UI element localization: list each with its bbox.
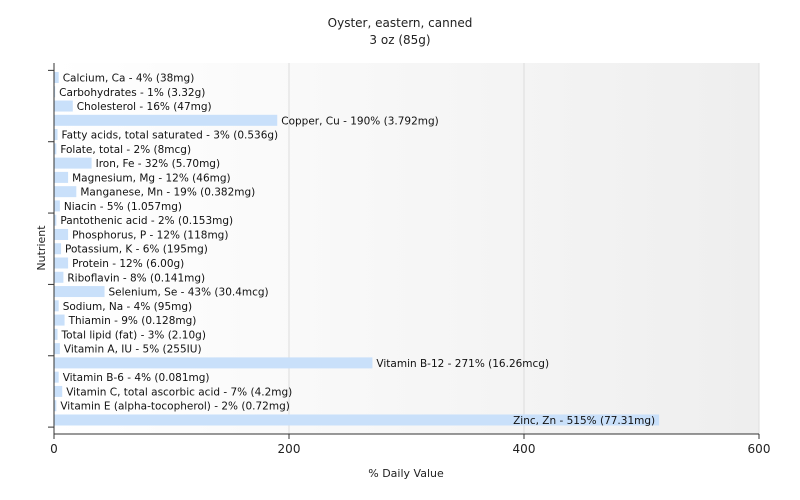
bar-label: Thiamin - 9% (0.128mg): [68, 315, 197, 327]
bar: [54, 171, 69, 183]
bar: [54, 286, 105, 298]
bar: [54, 186, 77, 198]
bar: [54, 385, 63, 397]
bar: [54, 328, 58, 340]
bar: [54, 228, 69, 240]
x-axis-label: % Daily Value: [368, 467, 444, 480]
bar-label: Protein - 12% (6.00g): [72, 258, 184, 270]
bar-label: Total lipid (fat) - 3% (2.10g): [61, 329, 206, 341]
bar-label: Iron, Fe - 32% (5.70mg): [96, 158, 220, 170]
bar-label: Pantothenic acid - 2% (0.153mg): [60, 215, 233, 227]
bar-label: Manganese, Mn - 19% (0.382mg): [80, 187, 255, 199]
bar-label: Riboflavin - 8% (0.141mg): [67, 272, 205, 284]
bar-label: Phosphorus, P - 12% (118mg): [72, 229, 228, 241]
bar: [54, 257, 69, 269]
x-tick-label: 400: [513, 442, 536, 456]
bar-label: Calcium, Ca - 4% (38mg): [63, 73, 195, 85]
bar: [54, 157, 92, 169]
bar-label: Fatty acids, total saturated - 3% (0.536…: [62, 130, 279, 142]
bar-label: Folate, total - 2% (8mcg): [60, 144, 191, 156]
chart-root: 0 200 400 600 Calcium, Ca - 4% (38mg) Carboh…: [0, 0, 800, 500]
bar-label: Copper, Cu - 190% (3.792mg): [281, 115, 439, 127]
bar-label: Cholesterol - 16% (47mg): [77, 101, 212, 113]
bar-label: Niacin - 5% (1.057mg): [64, 201, 182, 213]
nutrient-bar-chart: 0 200 400 600 Calcium, Ca - 4% (38mg) Carboh…: [35, 16, 771, 480]
bar-label: Vitamin B-12 - 271% (16.26mcg): [376, 358, 549, 370]
bar-label: Carbohydrates - 1% (3.32g): [59, 87, 205, 99]
bar: [54, 243, 62, 255]
bar: [54, 129, 58, 141]
bar: [54, 343, 60, 355]
bar-label: Potassium, K - 6% (195mg): [65, 244, 208, 256]
bar: [54, 300, 59, 312]
y-axis-label: Nutrient: [35, 225, 48, 271]
bar: [54, 114, 278, 126]
bar-label: Vitamin C, total ascorbic acid - 7% (4.2…: [66, 386, 292, 398]
chart-title: Oyster, eastern, canned: [328, 16, 473, 30]
bar: [54, 314, 65, 326]
bar-label: Vitamin E (alpha-tocopherol) - 2% (0.72m…: [60, 401, 290, 413]
bar: [54, 200, 60, 212]
bar: [54, 271, 64, 283]
x-tick-label: 200: [278, 442, 301, 456]
bar-label: Selenium, Se - 43% (30.4mcg): [109, 287, 269, 299]
bar: [54, 100, 73, 112]
bar-label: Zinc, Zn - 515% (77.31mg): [513, 415, 655, 427]
bar-label: Vitamin A, IU - 5% (255IU): [64, 344, 202, 356]
chart-subtitle: 3 oz (85g): [369, 33, 430, 47]
bar-label: Vitamin B-6 - 4% (0.081mg): [63, 372, 210, 384]
bar: [54, 72, 59, 83]
bar: [54, 357, 373, 369]
bar: [54, 371, 59, 383]
bar-label: Sodium, Na - 4% (95mg): [63, 301, 192, 313]
x-tick-label: 0: [50, 442, 58, 456]
x-tick-label: 600: [748, 442, 771, 456]
bar-label: Magnesium, Mg - 12% (46mg): [72, 172, 231, 184]
